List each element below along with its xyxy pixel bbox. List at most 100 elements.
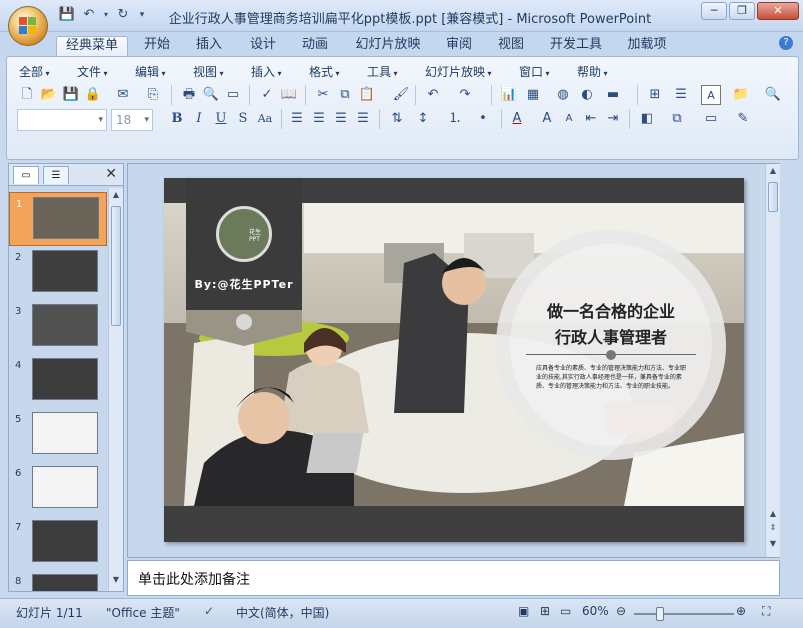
slide-thumbnail[interactable]: 3: [9, 300, 107, 354]
bold-icon[interactable]: B: [167, 109, 187, 129]
outline-tab[interactable]: ☰: [43, 166, 69, 184]
tab-slide-show[interactable]: 幻灯片放映: [346, 36, 430, 56]
minimize-button[interactable]: ─: [701, 2, 727, 20]
new-icon[interactable]: 🗋: [17, 85, 37, 105]
thumbnails-scrollbar[interactable]: ▲ ▼: [108, 188, 123, 591]
slide-thumbnail[interactable]: 2: [9, 246, 107, 300]
slide-show-icon[interactable]: ▭: [560, 604, 571, 618]
shapes-icon[interactable]: ◧: [637, 109, 657, 129]
menu-help[interactable]: 帮助: [577, 63, 608, 80]
close-pane-icon[interactable]: ✕: [105, 166, 117, 182]
slide-sorter-icon[interactable]: ⊞: [540, 604, 550, 618]
tab-animations[interactable]: 动画: [294, 36, 336, 56]
customize-qat-icon[interactable]: ▾: [136, 7, 148, 23]
dropdown-icon[interactable]: ▾: [102, 7, 110, 23]
tab-add-ins[interactable]: 加载项: [620, 36, 674, 56]
slide-thumbnail[interactable]: 1: [9, 192, 107, 246]
align-center-icon[interactable]: ☰: [309, 109, 329, 129]
increase-indent-icon[interactable]: ⇥: [603, 109, 623, 129]
zoom-level[interactable]: 60%: [582, 604, 609, 618]
menu-format[interactable]: 格式: [309, 63, 340, 80]
save-icon[interactable]: 💾: [58, 7, 76, 23]
cut-icon[interactable]: ✂: [313, 85, 333, 105]
slide-scrollbar[interactable]: ▲ ▲ ⇕ ▼: [765, 164, 780, 557]
menu-insert[interactable]: 插入: [251, 63, 282, 80]
new-slide-icon[interactable]: ⊞: [645, 85, 665, 105]
menu-view[interactable]: 视图: [193, 63, 224, 80]
bullets-icon[interactable]: •: [473, 109, 493, 129]
text-direction-icon[interactable]: ⇅: [387, 109, 407, 129]
slide-canvas[interactable]: 花生PPT By:@花生PPTer 做一名合格的企业 行政人事管理者 应具备专业…: [164, 178, 744, 542]
tab-developer[interactable]: 开发工具: [544, 36, 608, 56]
restore-button[interactable]: ❐: [729, 2, 755, 20]
arrange-icon[interactable]: ⧉: [667, 109, 687, 129]
font-size-combo[interactable]: 18: [111, 109, 153, 131]
menu-slide-show[interactable]: 幻灯片放映: [425, 63, 492, 80]
find-icon[interactable]: 🔍: [763, 85, 783, 105]
paste-icon[interactable]: 📋: [357, 85, 377, 105]
print-preview-icon[interactable]: 🔍: [201, 85, 221, 105]
decrease-indent-icon[interactable]: ⇤: [581, 109, 601, 129]
align-right-icon[interactable]: ☰: [331, 109, 351, 129]
menu-file[interactable]: 文件: [77, 63, 108, 80]
permission-icon[interactable]: 🔒: [83, 85, 103, 105]
insert-image-icon[interactable]: ◍: [553, 85, 573, 105]
menu-tools[interactable]: 工具: [367, 63, 398, 80]
slide-thumbnail[interactable]: 5: [9, 408, 107, 462]
email-icon[interactable]: ✉: [113, 85, 133, 105]
font-name-combo[interactable]: [17, 109, 107, 131]
office-button[interactable]: [8, 6, 48, 46]
fit-to-window-icon[interactable]: ⛶: [762, 604, 770, 619]
change-case-icon[interactable]: Aa: [255, 109, 275, 129]
line-spacing-icon[interactable]: ↕: [413, 109, 433, 129]
menu-edit[interactable]: 编辑: [135, 63, 166, 80]
zoom-slider-thumb[interactable]: [656, 607, 664, 621]
print-icon[interactable]: 🖶: [179, 85, 199, 105]
menu-all[interactable]: 全部: [19, 63, 50, 80]
justify-icon[interactable]: ☰: [353, 109, 373, 129]
normal-view-icon[interactable]: ▣: [518, 604, 529, 618]
open-icon[interactable]: 📂: [39, 85, 59, 105]
tab-design[interactable]: 设计: [242, 36, 284, 56]
redo-icon[interactable]: ↻: [114, 7, 132, 23]
research-icon[interactable]: 📖: [279, 85, 299, 105]
slide-thumbnail[interactable]: 7: [9, 516, 107, 570]
shadow-icon[interactable]: S: [233, 109, 253, 129]
align-left-icon[interactable]: ☰: [287, 109, 307, 129]
publish-icon[interactable]: ⎘: [143, 85, 163, 105]
notes-pane[interactable]: 单击此处添加备注: [127, 560, 780, 596]
color-grayscale-icon[interactable]: ◐: [577, 85, 597, 105]
close-button[interactable]: ✕: [757, 2, 799, 20]
textbox-icon[interactable]: A: [701, 85, 721, 105]
copy-icon[interactable]: ⧉: [335, 85, 355, 105]
shrink-font-icon[interactable]: A: [559, 109, 579, 129]
font-color-icon[interactable]: A: [507, 109, 527, 129]
tab-review[interactable]: 审阅: [438, 36, 480, 56]
slide-icon[interactable]: ▭: [223, 85, 243, 105]
shape-outline-icon[interactable]: ✎: [733, 109, 753, 129]
grow-font-icon[interactable]: A: [537, 109, 557, 129]
slide-thumbnail[interactable]: 6: [9, 462, 107, 516]
spelling-icon[interactable]: ✓: [257, 85, 277, 105]
format-painter-icon[interactable]: 🖌: [391, 85, 411, 105]
numbering-icon[interactable]: ⒈: [445, 109, 465, 129]
zoom-out-icon[interactable]: ⊖: [616, 604, 626, 618]
help-icon[interactable]: ?: [779, 36, 793, 50]
layout-icon[interactable]: ☰: [671, 85, 691, 105]
tab-insert[interactable]: 插入: [188, 36, 230, 56]
zoom-in-icon[interactable]: ⊕: [736, 604, 746, 618]
slides-tab[interactable]: ▭: [13, 166, 39, 184]
menu-window[interactable]: 窗口: [519, 63, 550, 80]
italic-icon[interactable]: I: [189, 109, 209, 129]
tab-view[interactable]: 视图: [490, 36, 532, 56]
folder-icon[interactable]: 📁: [731, 85, 751, 105]
zoom-slider[interactable]: [634, 607, 734, 621]
chart-icon[interactable]: 📊: [499, 85, 519, 105]
tab-classic-menu[interactable]: 经典菜单: [56, 36, 128, 56]
fill-icon[interactable]: ▬: [603, 85, 623, 105]
spell-check-icon[interactable]: ✓: [204, 604, 214, 618]
undo-icon[interactable]: ↶: [423, 85, 443, 105]
redo-icon[interactable]: ↷: [455, 85, 475, 105]
slide-thumbnail[interactable]: 4: [9, 354, 107, 408]
tab-home[interactable]: 开始: [136, 36, 178, 56]
